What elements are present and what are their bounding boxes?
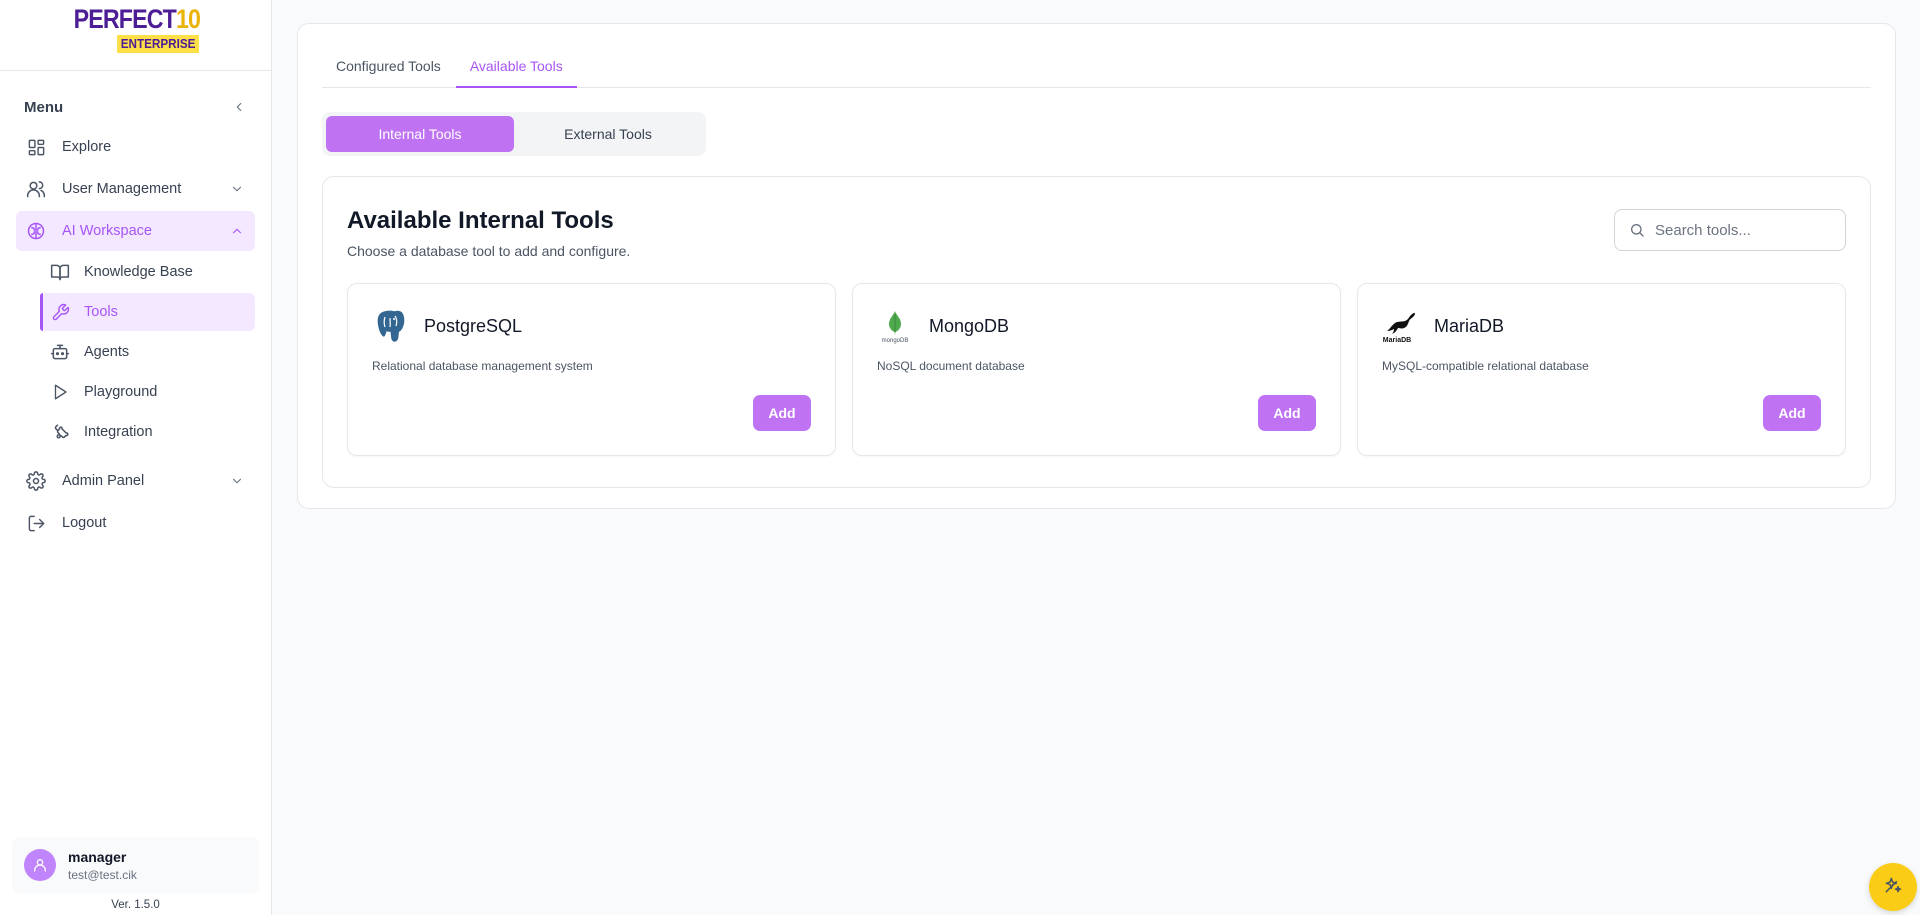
sidebar-item-label: Agents bbox=[84, 344, 130, 360]
gear-icon bbox=[26, 471, 46, 491]
tab-configured-tools[interactable]: Configured Tools bbox=[322, 58, 455, 88]
tool-name: PostgreSQL bbox=[424, 315, 523, 336]
logo-area: PERFECT10 ENTERPRISE bbox=[0, 0, 271, 71]
tab-available-tools[interactable]: Available Tools bbox=[455, 58, 577, 88]
brand-logo[interactable]: PERFECT10 ENTERPRISE bbox=[71, 5, 201, 53]
sidebar-item-label: Playground bbox=[84, 384, 158, 400]
wrench-icon bbox=[50, 302, 70, 322]
sidebar-item-ai-workspace[interactable]: AI Workspace bbox=[16, 211, 255, 251]
sidebar-item-tools[interactable]: Tools bbox=[40, 293, 255, 331]
ai-workspace-submenu: Knowledge Base Tools Agents Playground I… bbox=[16, 253, 255, 451]
card-header: MariaDB MariaDB bbox=[1382, 308, 1821, 344]
add-postgresql-button[interactable]: Add bbox=[753, 395, 811, 431]
tool-card-mariadb: MariaDB MariaDB MySQL-compatible relatio… bbox=[1357, 283, 1846, 456]
user-info: manager test@test.cik bbox=[68, 849, 137, 882]
sidebar-item-label: Admin Panel bbox=[62, 473, 145, 489]
logo-wordmark: PERFECT10 bbox=[74, 4, 201, 34]
sidebar-item-label: Integration bbox=[84, 424, 153, 440]
user-name: manager bbox=[68, 848, 127, 865]
internal-tools-button[interactable]: Internal Tools bbox=[326, 116, 514, 152]
mongodb-logo-icon: mongoDB bbox=[877, 308, 913, 344]
sidebar-item-label: Tools bbox=[84, 304, 118, 320]
tool-type-toggle: Internal Tools External Tools bbox=[322, 112, 706, 156]
users-icon bbox=[26, 179, 46, 199]
sidebar-item-admin-panel[interactable]: Admin Panel bbox=[16, 461, 255, 501]
main-content: Configured Tools Available Tools Interna… bbox=[272, 0, 1920, 915]
app-root: PERFECT10 ENTERPRISE Menu Explore User M… bbox=[0, 0, 1920, 915]
add-mongodb-button[interactable]: Add bbox=[1258, 395, 1316, 431]
brain-icon bbox=[26, 221, 46, 241]
sparkle-icon bbox=[1883, 875, 1903, 900]
mariadb-logo-text: MariaDB bbox=[1383, 337, 1411, 344]
tool-card-mongodb: mongoDB MongoDB NoSQL document database … bbox=[852, 283, 1341, 456]
tool-cards: PostgreSQL Relational database managemen… bbox=[347, 283, 1846, 456]
sidebar-item-integration[interactable]: Integration bbox=[40, 413, 255, 451]
sidebar-item-label: Logout bbox=[62, 515, 107, 531]
sidebar-item-explore[interactable]: Explore bbox=[16, 127, 255, 167]
add-mariadb-button[interactable]: Add bbox=[1763, 395, 1821, 431]
puzzle-icon bbox=[50, 422, 70, 442]
search-icon bbox=[1629, 222, 1645, 238]
mongodb-logo-text: mongoDB bbox=[882, 338, 909, 344]
tool-description: NoSQL document database bbox=[877, 359, 1025, 373]
chevron-down-icon bbox=[229, 181, 245, 197]
sidebar-item-label: Knowledge Base bbox=[84, 264, 193, 280]
version-label: Ver. 1.5.0 bbox=[111, 899, 160, 911]
sidebar-item-playground[interactable]: Playground bbox=[40, 373, 255, 411]
sidebar-item-logout[interactable]: Logout bbox=[16, 503, 255, 543]
logo-number-text: 10 bbox=[176, 4, 201, 34]
logo-main-text: PERFECT bbox=[74, 4, 177, 34]
chevron-left-icon[interactable] bbox=[231, 99, 247, 115]
sidebar-item-label: Explore bbox=[62, 139, 112, 155]
menu-header: Menu bbox=[0, 95, 271, 119]
play-icon bbox=[50, 382, 70, 402]
book-icon bbox=[50, 262, 70, 282]
sidebar-item-user-management[interactable]: User Management bbox=[16, 169, 255, 209]
user-email: test@test.cik bbox=[68, 867, 137, 882]
sidebar-item-label: User Management bbox=[62, 181, 182, 197]
tool-card-postgresql: PostgreSQL Relational database managemen… bbox=[347, 283, 836, 456]
available-tools-section: Available Internal Tools Choose a databa… bbox=[322, 176, 1871, 488]
mariadb-logo-icon: MariaDB bbox=[1382, 308, 1418, 344]
bot-icon bbox=[50, 342, 70, 362]
logo-subtitle: ENTERPRISE bbox=[117, 35, 200, 53]
sidebar: PERFECT10 ENTERPRISE Menu Explore User M… bbox=[0, 0, 272, 915]
postgresql-logo-icon bbox=[372, 308, 408, 344]
external-tools-button[interactable]: External Tools bbox=[514, 116, 702, 152]
tool-description: MySQL-compatible relational database bbox=[1382, 359, 1589, 373]
menu-title: Menu bbox=[24, 98, 64, 116]
sidebar-item-label: AI Workspace bbox=[62, 223, 152, 239]
ai-assistant-button[interactable] bbox=[1869, 863, 1917, 911]
sidebar-item-knowledge-base[interactable]: Knowledge Base bbox=[40, 253, 255, 291]
search-input[interactable] bbox=[1655, 221, 1825, 239]
chevron-down-icon bbox=[229, 473, 245, 489]
chevron-up-icon bbox=[229, 223, 245, 239]
sidebar-nav: Explore User Management AI Workspace Kno… bbox=[0, 127, 271, 543]
tool-name: MongoDB bbox=[929, 315, 1010, 336]
sidebar-item-agents[interactable]: Agents bbox=[40, 333, 255, 371]
card-header: mongoDB MongoDB bbox=[877, 308, 1316, 344]
grid-icon bbox=[26, 137, 46, 157]
tool-description: Relational database management system bbox=[372, 359, 593, 373]
user-icon bbox=[34, 859, 46, 872]
tool-name: MariaDB bbox=[1434, 315, 1505, 336]
card-header: PostgreSQL bbox=[372, 308, 811, 344]
avatar bbox=[24, 849, 56, 881]
logout-icon bbox=[26, 513, 46, 533]
tools-tabs: Configured Tools Available Tools bbox=[322, 24, 1871, 88]
user-profile-card[interactable]: manager test@test.cik bbox=[12, 837, 259, 893]
search-box[interactable] bbox=[1614, 209, 1846, 251]
tools-panel: Configured Tools Available Tools Interna… bbox=[297, 23, 1896, 509]
